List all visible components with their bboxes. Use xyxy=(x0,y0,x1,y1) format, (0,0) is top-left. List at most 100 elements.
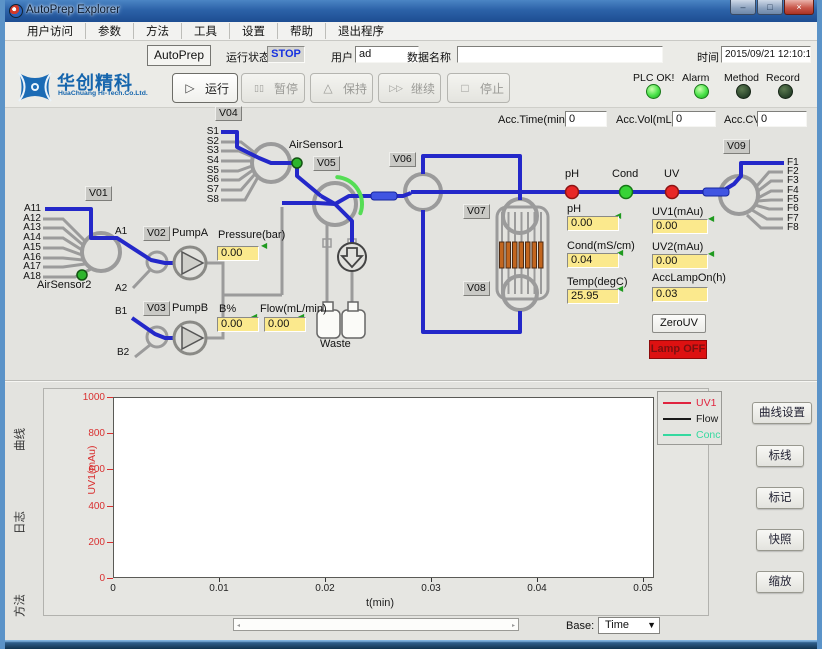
resume-button[interactable]: ▷▷ 继续 xyxy=(378,73,441,103)
legend-flow-label: Flow xyxy=(696,413,718,425)
menu-exit[interactable]: 退出程序 xyxy=(326,23,396,39)
ph-sensor-label: pH xyxy=(565,168,579,180)
valve-v06-body xyxy=(405,174,441,210)
autoprep-button[interactable]: AutoPrep xyxy=(147,45,211,66)
base-dropdown[interactable]: Time ▼ xyxy=(598,617,660,634)
snapshot-button[interactable]: 快照 xyxy=(756,529,804,551)
chart-x-axis-label: t(min) xyxy=(345,597,415,609)
valve-tag-v02: V02 xyxy=(143,226,170,241)
time-label: 时间 xyxy=(697,49,719,65)
acc-vol-value: 0 xyxy=(672,111,716,127)
chart-plot-area[interactable] xyxy=(113,397,654,578)
run-button[interactable]: ▷ 运行 xyxy=(172,73,238,103)
flow-label: Flow(mL/min) xyxy=(260,303,327,315)
scrollbar-left-icon[interactable]: ◂ xyxy=(237,622,240,629)
plc-ok-led xyxy=(646,84,661,99)
waste-label: Waste xyxy=(320,338,351,350)
valve-v02-body xyxy=(147,252,167,272)
valve-tag-v04: V04 xyxy=(215,106,242,121)
valve-v07-body xyxy=(503,199,537,233)
pause-button[interactable]: ▯▯ 暂停 xyxy=(241,73,305,103)
uv1-readout-field: 0.00 xyxy=(652,219,708,234)
uv1-indicator-icon: ◀ xyxy=(708,215,714,223)
legend-uv1-line xyxy=(663,402,691,404)
resume-label: 继续 xyxy=(411,80,435,97)
pump-a-icon xyxy=(174,247,206,279)
toolbar: AutoPrep 运行状态 STOP 用户 ad 数据名称 时间 2015/09… xyxy=(5,41,817,108)
menu-method[interactable]: 方法 xyxy=(134,23,182,39)
hold-button[interactable]: △ 保持 xyxy=(310,73,373,103)
pause-icon: ▯▯ xyxy=(251,83,267,94)
menu-parameters[interactable]: 参数 xyxy=(86,23,134,39)
menu-help[interactable]: 帮助 xyxy=(278,23,326,39)
uv2-readout-field: 0.00 xyxy=(652,254,708,269)
side-tab-method[interactable]: 方法 xyxy=(12,585,27,627)
legend-conc-line xyxy=(663,434,691,436)
b-percent-label: B% xyxy=(219,303,236,315)
scrollbar-right-icon[interactable]: ▸ xyxy=(512,622,515,629)
valve-tag-v09: V09 xyxy=(723,139,750,154)
xtick-005: 0.05 xyxy=(626,583,660,594)
menu-settings[interactable]: 设置 xyxy=(230,23,278,39)
port-a2: A2 xyxy=(115,283,127,294)
resume-icon: ▷▷ xyxy=(388,83,404,94)
zoom-button[interactable]: 缩放 xyxy=(756,571,804,593)
brand-logo-icon xyxy=(16,69,54,105)
uv1-readout-label: UV1(mAu) xyxy=(652,206,703,218)
legend-uv1[interactable]: UV1 xyxy=(663,396,721,410)
check-valve-1 xyxy=(371,192,397,200)
chart-legend: UV1 Flow Conc xyxy=(657,391,722,445)
pump-b-label: PumpB xyxy=(172,302,208,314)
chart-scrollbar[interactable]: ◂ ▸ xyxy=(233,618,519,631)
pump-a-label: PumpA xyxy=(172,227,208,239)
marker-line-button[interactable]: 标线 xyxy=(756,445,804,467)
ph-readout-field: 0.00 xyxy=(567,216,619,231)
valve-v03-body xyxy=(147,327,167,347)
maximize-button[interactable]: □ xyxy=(757,0,783,15)
brand-subtitle: HuaChuang Hi-Tech.Co.Ltd. xyxy=(58,90,148,97)
xtick-001: 0.01 xyxy=(202,583,236,594)
cond-sensor-label: Cond xyxy=(612,168,638,180)
record-label: Record xyxy=(766,72,800,84)
port-a1: A1 xyxy=(115,226,127,237)
stop-button[interactable]: □ 停止 xyxy=(447,73,510,103)
acc-cv-value: 0 xyxy=(757,111,807,127)
base-dropdown-value: Time xyxy=(605,619,629,631)
data-name-label: 数据名称 xyxy=(407,49,451,65)
b-percent-field[interactable]: 0.00 xyxy=(217,317,259,332)
acc-time-value: 0 xyxy=(565,111,607,127)
curve-settings-button[interactable]: 曲线设置 xyxy=(752,402,812,424)
legend-conc-label: Conc xyxy=(696,429,721,441)
menu-tools[interactable]: 工具 xyxy=(182,23,230,39)
side-tab-log[interactable]: 日志 xyxy=(12,502,27,544)
legend-conc[interactable]: Conc xyxy=(663,428,721,442)
valve-v09-body xyxy=(720,176,758,214)
mark-button[interactable]: 标记 xyxy=(756,487,804,509)
title-bar: AutoPrep Explorer – □ × xyxy=(0,0,822,22)
ytick-400: 400 xyxy=(75,501,105,512)
stop-icon: □ xyxy=(457,81,473,95)
lamp-off-button[interactable]: Lamp OFF xyxy=(649,340,707,359)
port-s8: S8 xyxy=(197,194,219,205)
base-label: Base: xyxy=(566,620,594,632)
acc-cv-label: Acc.CV xyxy=(724,114,761,126)
temp-readout-field: 25.95 xyxy=(567,289,619,304)
menu-bar: 用户访问 参数 方法 工具 设置 帮助 退出程序 xyxy=(5,22,817,41)
side-tab-curve[interactable]: 曲线 xyxy=(12,419,27,461)
pressure-field[interactable]: 0.00 xyxy=(217,246,259,261)
window-title: AutoPrep Explorer xyxy=(26,4,120,16)
data-name-input[interactable] xyxy=(457,46,663,63)
air-sensor1-label: AirSensor1 xyxy=(289,139,343,151)
legend-flow[interactable]: Flow xyxy=(663,412,721,426)
menu-user-access[interactable]: 用户访问 xyxy=(15,23,86,39)
pressure-label: Pressure(bar) xyxy=(218,229,285,241)
zero-uv-button[interactable]: ZeroUV xyxy=(652,314,706,333)
flow-field[interactable]: 0.00 xyxy=(264,317,306,332)
section-divider xyxy=(5,380,817,382)
chevron-down-icon: ▼ xyxy=(647,620,656,630)
valve-v05-position-arc xyxy=(337,177,362,213)
minimize-button[interactable]: – xyxy=(730,0,756,15)
acclamp-readout-label: AccLampOn(h) xyxy=(652,272,726,284)
close-button[interactable]: × xyxy=(784,0,814,15)
acclamp-readout-field: 0.03 xyxy=(652,287,708,302)
